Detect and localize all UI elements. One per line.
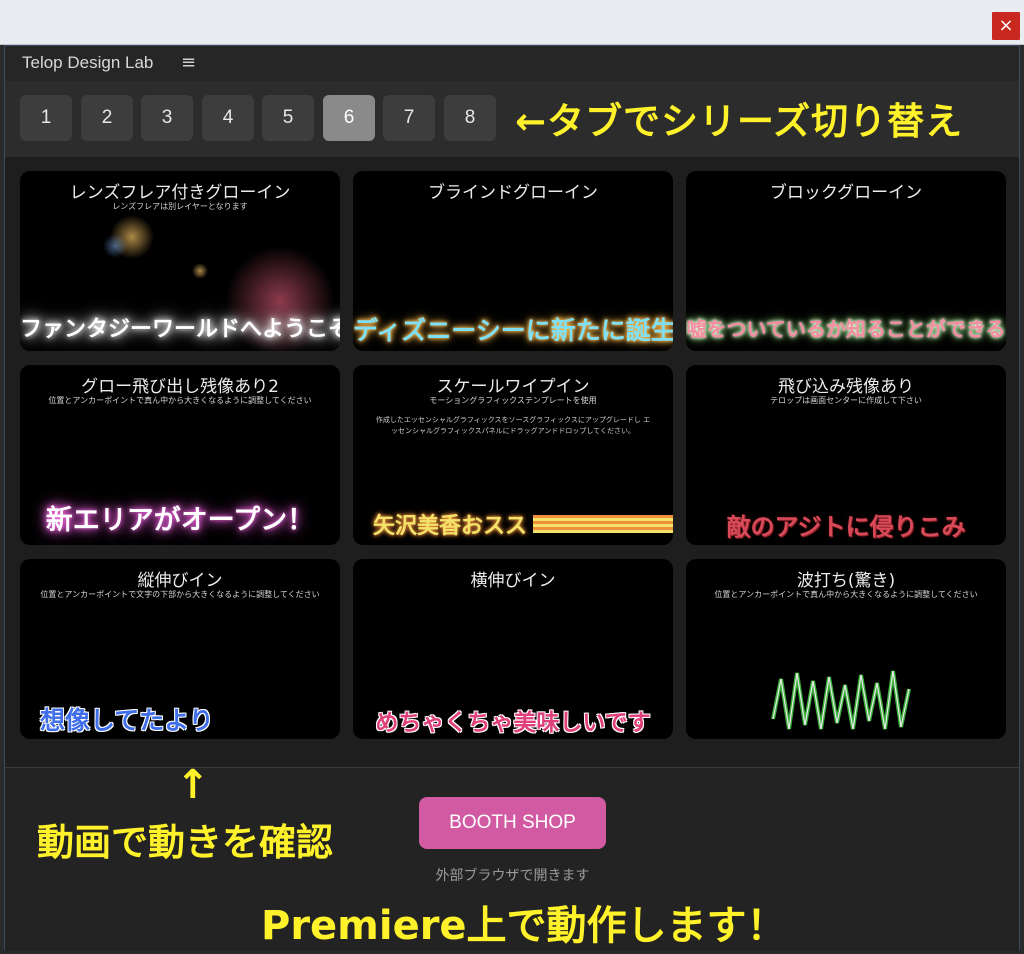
shop-hint-text: 外部ブラウザで開きます [435, 868, 590, 884]
card-title: グロー飛び出し残像あり2 [81, 377, 279, 397]
template-card[interactable]: 飛び込み残像あり テロップは画面センターに作成して下さい 敵のアジトに侵りこみ [686, 365, 1006, 545]
card-title: 波打ち(驚き) [796, 571, 896, 591]
template-grid: レンズフレア付きグローイン レンズフレアは別レイヤーとなります ファンタジーワー… [5, 157, 1019, 768]
template-card[interactable]: 横伸びイン めちゃくちゃ美味しいです [353, 559, 673, 739]
preview-caption: めちゃくちゃ美味しいです [375, 710, 651, 736]
tab-1[interactable]: 1 [20, 95, 72, 141]
close-window-button[interactable]: × [992, 12, 1020, 40]
card-subtitle: レンズフレアは別レイヤーとなります [112, 202, 248, 211]
tab-2[interactable]: 2 [81, 95, 133, 141]
tab-8[interactable]: 8 [444, 95, 496, 141]
preview-caption: ディズニーシーに新たに誕生 [353, 316, 673, 345]
series-tabbar: 1 2 3 4 5 6 7 8 ←タブでシリーズ切り替え [5, 81, 1019, 157]
preview-caption: 嘘をついているか知ることができる [686, 317, 1006, 341]
card-subtitle: 位置とアンカーポイントで真ん中から大きくなるように調整してください [714, 590, 978, 599]
card-title: レンズフレア付きグローイン [69, 183, 291, 203]
card-title: 飛び込み残像あり [778, 377, 914, 397]
tab-5[interactable]: 5 [262, 95, 314, 141]
arrow-up-icon: ↑ [176, 762, 210, 808]
template-card[interactable]: グロー飛び出し残像あり2 位置とアンカーポイントで真ん中から大きくなるように調整… [20, 365, 340, 545]
card-subtitle: テロップは画面センターに作成して下さい [770, 396, 922, 405]
preview-caption: 新エリアがオープン！ [45, 505, 315, 536]
footer-area: ↑ 動画で動きを確認 BOOTH SHOP 外部ブラウザで開きます Premie… [5, 762, 1019, 951]
menu-icon[interactable]: ≡ [181, 52, 196, 73]
panel-titlebar: Telop Design Lab ≡ [5, 46, 1019, 81]
card-title: ブラインドグローイン [428, 183, 598, 203]
window-chrome: × [0, 0, 1024, 45]
template-card[interactable]: ブロックグローイン 嘘をついているか知ることができる [686, 171, 1006, 351]
card-subtitle: 位置とアンカーポイントで真ん中から大きくなるように調整してください [48, 396, 312, 405]
card-subtitle: 位置とアンカーポイントで文字の下部から大きくなるように調整してください [40, 590, 320, 599]
app-title: Telop Design Lab [22, 53, 154, 72]
card-note: 作成したエッセンシャルグラフィックスをソースグラフィックスにアップグレードし エ… [375, 416, 651, 435]
template-card[interactable]: 波打ち(驚き) 位置とアンカーポイントで真ん中から大きくなるように調整してくださ… [686, 559, 1006, 739]
template-card[interactable]: 縦伸びイン 位置とアンカーポイントで文字の下部から大きくなるように調整してくださ… [20, 559, 340, 739]
card-title: スケールワイプイン [436, 377, 590, 397]
booth-shop-button[interactable]: BOOTH SHOP [419, 797, 606, 849]
card-title: ブロックグローイン [769, 183, 923, 203]
premiere-annotation: Premiere上で動作します！ [261, 903, 787, 949]
card-title: 横伸びイン [470, 571, 556, 591]
tab-4[interactable]: 4 [202, 95, 254, 141]
preview-caption: ファンタジーワールドへようこそ [20, 317, 340, 342]
card-title: 縦伸びイン [137, 571, 223, 591]
template-card[interactable]: ブラインドグローイン ディズニーシーに新たに誕生 [353, 171, 673, 351]
tab-6[interactable]: 6 [323, 95, 375, 141]
card-subtitle: モーショングラフィックステンプレートを使用 [429, 396, 597, 405]
tab-switch-annotation: ←タブでシリーズ切り替え [515, 100, 964, 143]
preview-caption: 矢沢美香おスス [373, 514, 528, 539]
tab-3[interactable]: 3 [141, 95, 193, 141]
extension-panel: Telop Design Lab ≡ 1 2 3 4 5 6 7 8 ←タブでシ… [4, 45, 1020, 951]
preview-caption: 敵のアジトに侵りこみ [726, 513, 966, 541]
template-card[interactable]: レンズフレア付きグローイン レンズフレアは別レイヤーとなります ファンタジーワー… [20, 171, 340, 351]
preview-caption: 想像してたより [40, 706, 214, 735]
tab-7[interactable]: 7 [383, 95, 435, 141]
template-card[interactable]: スケールワイプイン モーショングラフィックステンプレートを使用 作成したエッセン… [353, 365, 673, 545]
wipe-bar-icon [533, 515, 673, 533]
video-check-annotation: 動画で動きを確認 [37, 821, 333, 864]
wave-icon [771, 670, 911, 730]
